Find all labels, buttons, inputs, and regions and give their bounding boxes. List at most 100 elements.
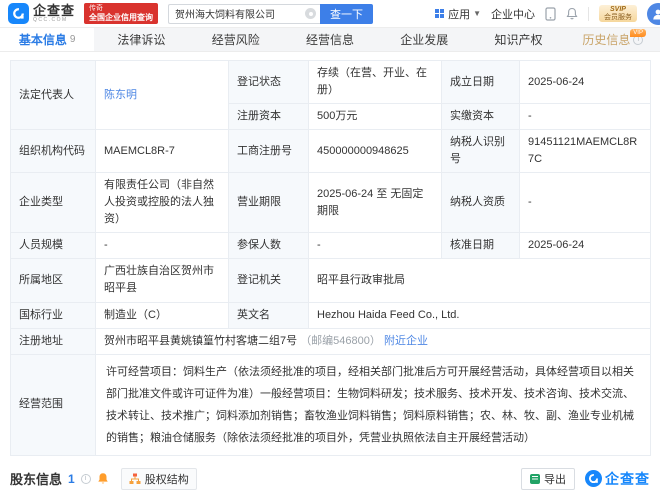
divider — [588, 6, 589, 21]
slogan-line2: 全国企业信用查询 — [89, 12, 154, 22]
mobile-app-icon[interactable] — [545, 6, 556, 21]
biz-term-label: 营业期限 — [228, 172, 309, 234]
search-button[interactable]: 查一下 — [320, 3, 374, 24]
enterprise-center-link[interactable]: 企业中心 — [491, 6, 535, 22]
excel-icon — [530, 473, 540, 484]
tab-operation-label: 经营信息 — [305, 33, 354, 47]
nearby-companies-link[interactable]: 附近企业 — [384, 335, 428, 347]
tab-history[interactable]: 历史信息 i VIP — [566, 28, 660, 51]
header-right-nav: 应用 ▼ 企业中心 SVIP 会员服务 — [435, 2, 660, 25]
tab-ip-label: 知识产权 — [494, 33, 543, 47]
taxpayer-id-label: 纳税人识别号 — [441, 129, 520, 174]
legal-rep-label: 法定代表人 — [10, 59, 96, 131]
qcc-logo-domain: QCC.COM — [33, 16, 68, 23]
biz-term-value: 2025-06-24 至 无固定期限 — [308, 172, 442, 234]
address-cell: 贺州市昭平县黄姚镇篁竹村客塘二组7号 （邮编546800） 附近企业 — [95, 327, 651, 355]
taxpayer-id-value: 91451121MAEMCL8R7C — [519, 129, 651, 174]
shareholders-title: 股东信息 — [10, 472, 63, 488]
biz-reg-no-value: 450000000948625 — [308, 129, 442, 174]
company-type-label: 企业类型 — [10, 172, 96, 234]
svip-badge[interactable]: SVIP 会员服务 — [599, 4, 637, 23]
tab-legal-label: 法律诉讼 — [117, 33, 166, 47]
authority-label: 登记机关 — [228, 258, 309, 303]
apps-label: 应用 — [448, 8, 471, 21]
industry-value: 制造业（C） — [95, 301, 229, 329]
company-tab-bar: 基本信息 9 法律诉讼 经营风险 经营信息 企业发展 知识产权 历史信息 i V… — [0, 28, 660, 52]
qcc-watermark-text: 企查查 — [605, 470, 650, 487]
address-label: 注册地址 — [10, 327, 96, 355]
approval-date-label: 核准日期 — [441, 232, 520, 260]
shareholders-header: 股东信息 1 i 股权结构 导出 企查查 — [10, 467, 650, 490]
equity-structure-button[interactable]: 股权结构 — [120, 467, 197, 490]
qcc-logo-text: 企查查 — [33, 2, 76, 18]
search-bar: 查一下 — [168, 3, 374, 24]
est-date-label: 成立日期 — [441, 59, 520, 105]
scope-label: 经营范围 — [10, 353, 96, 456]
slogan-line1: 传奇 — [89, 4, 104, 12]
apps-menu[interactable]: 应用 ▼ — [435, 6, 481, 22]
equity-structure-label: 股权结构 — [144, 473, 189, 486]
paid-capital-value: - — [519, 103, 651, 131]
staff-size-label: 人员规模 — [10, 232, 96, 260]
taxpayer-qual-label: 纳税人资质 — [441, 172, 520, 234]
industry-label: 国标行业 — [10, 301, 96, 329]
approval-date-value: 2025-06-24 — [519, 232, 651, 260]
en-name-label: 英文名 — [228, 301, 309, 329]
tab-ip[interactable]: 知识产权 — [471, 28, 565, 51]
scope-value: 许可经营项目：饲料生产（依法须经批准的项目，经相关部门批准后方可开展经营活动，具… — [95, 353, 651, 456]
vip-badge: VIP — [630, 29, 646, 37]
tab-operation[interactable]: 经营信息 — [283, 28, 377, 51]
tab-history-label: 历史信息 — [582, 33, 631, 47]
en-name-value: Hezhou Haida Feed Co., Ltd. — [308, 301, 651, 329]
export-button[interactable]: 导出 — [521, 467, 575, 490]
tab-legal[interactable]: 法律诉讼 — [94, 28, 188, 51]
notification-bell-icon[interactable] — [566, 7, 578, 20]
qcc-company-page: 企查查 QCC.COM 传奇 全国企业信用查询 查一下 应用 ▼ 企业中心 — [0, 0, 660, 493]
authority-value: 昭平县行政审批局 — [308, 258, 651, 303]
shareholders-info-icon[interactable]: i — [80, 473, 91, 484]
tab-basic-info[interactable]: 基本信息 9 — [0, 28, 95, 51]
tab-basic-info-count: 9 — [69, 34, 76, 45]
subscribe-bell-icon[interactable] — [97, 472, 109, 485]
slogan-badge: 传奇 全国企业信用查询 — [84, 2, 159, 25]
legal-rep-cell: 陈东明 — [95, 59, 229, 131]
address-value: 贺州市昭平县黄姚镇篁竹村客塘二组7号 — [104, 334, 298, 347]
svip-line1: SVIP — [610, 5, 626, 13]
taxpayer-qual-value: - — [519, 172, 651, 234]
qcc-watermark-icon — [585, 470, 602, 488]
company-type-value: 有限责任公司（非自然人投资或控股的法人独资） — [95, 172, 229, 234]
shareholders-count: 1 — [68, 471, 75, 486]
apps-grid-icon — [435, 8, 445, 19]
reg-capital-label: 注册资本 — [228, 103, 309, 131]
postcode: （邮编546800） — [300, 334, 381, 347]
staff-size-value: - — [95, 232, 229, 260]
insured-value: - — [308, 232, 442, 260]
org-chart-icon — [129, 473, 141, 484]
camera-search-icon[interactable] — [305, 8, 317, 19]
export-label: 导出 — [544, 473, 566, 486]
user-avatar[interactable] — [647, 2, 660, 25]
basic-info-table: 法定代表人 陈东明 登记状态 存续（在营、开业、在册） 成立日期 2025-06… — [10, 59, 651, 456]
tab-risk[interactable]: 经营风险 — [189, 28, 283, 51]
region-value: 广西壮族自治区贺州市昭平县 — [95, 258, 229, 303]
qcc-watermark: 企查查 — [585, 469, 650, 489]
paid-capital-label: 实缴资本 — [441, 103, 520, 131]
biz-reg-no-label: 工商注册号 — [228, 129, 309, 174]
org-code-value: MAEMCL8R-7 — [95, 129, 229, 174]
search-input[interactable] — [168, 3, 321, 24]
tab-basic-info-label: 基本信息 — [18, 33, 67, 47]
tab-development-label: 企业发展 — [400, 33, 449, 47]
qcc-logo[interactable]: 企查查 QCC.COM 传奇 全国企业信用查询 — [8, 2, 159, 25]
org-code-label: 组织机构代码 — [10, 129, 96, 174]
region-label: 所属地区 — [10, 258, 96, 303]
tab-risk-label: 经营风险 — [211, 33, 260, 47]
reg-status-value: 存续（在营、开业、在册） — [308, 59, 442, 105]
top-header: 企查查 QCC.COM 传奇 全国企业信用查询 查一下 应用 ▼ 企业中心 — [0, 0, 660, 28]
insured-label: 参保人数 — [228, 232, 309, 260]
main-content: 法定代表人 陈东明 登记状态 存续（在营、开业、在册） 成立日期 2025-06… — [0, 52, 660, 493]
est-date-value: 2025-06-24 — [519, 59, 651, 105]
reg-status-label: 登记状态 — [228, 59, 309, 105]
chevron-down-icon: ▼ — [473, 9, 481, 18]
legal-rep-link[interactable]: 陈东明 — [104, 89, 137, 101]
tab-development[interactable]: 企业发展 — [377, 28, 471, 51]
